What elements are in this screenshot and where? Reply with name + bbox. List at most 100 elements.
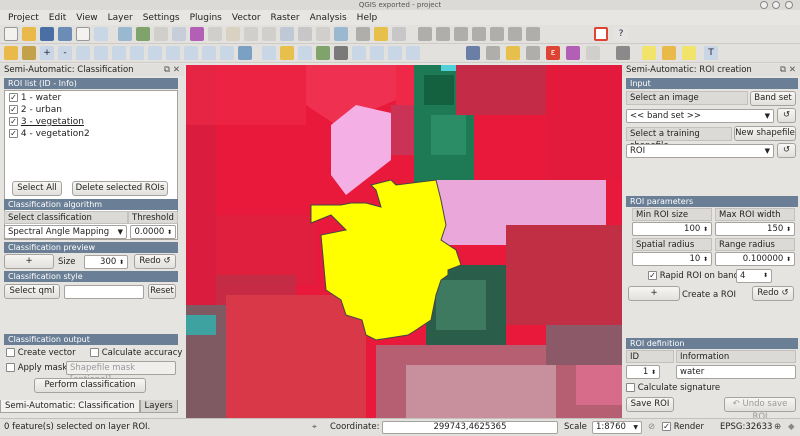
tab-layers[interactable]: Layers — [139, 400, 178, 413]
float-dock-icon[interactable]: ⧉ — [780, 64, 786, 76]
algorithm-select[interactable]: Spectral Angle Mapping ▼ — [4, 225, 127, 239]
shapefile-select[interactable]: ROI ▼ — [626, 144, 774, 158]
text-annotation-icon[interactable] — [406, 46, 420, 60]
copy-features-icon[interactable] — [508, 27, 522, 41]
menu-plugins[interactable]: Plugins — [185, 13, 227, 23]
mask-shapefile-field[interactable]: Shapefile mask [optional] — [66, 361, 176, 385]
checkbox[interactable] — [6, 348, 15, 357]
perform-classification-button[interactable]: Perform classification — [34, 378, 146, 393]
list-item[interactable]: ✓ 1 - water — [5, 91, 177, 103]
new-project-icon[interactable] — [4, 27, 18, 41]
crs-globe-icon[interactable]: ⊕ — [774, 419, 781, 436]
menu-help[interactable]: Help — [352, 13, 383, 23]
pan-map-icon[interactable] — [118, 27, 132, 41]
map-canvas[interactable] — [186, 65, 622, 418]
close-dock-icon[interactable]: ✕ — [789, 64, 796, 76]
pan-icon[interactable] — [4, 46, 18, 60]
checkbox[interactable]: ✓ — [9, 93, 18, 102]
tab-classification[interactable]: Semi-Automatic: Classification — [0, 400, 140, 413]
create-roi-plus-button[interactable]: + — [628, 286, 680, 301]
list-item[interactable]: ✓ 2 - urban — [5, 103, 177, 115]
add-wms-icon[interactable] — [226, 27, 240, 41]
add-delimited-text-icon[interactable] — [280, 27, 294, 41]
zoom-in-icon[interactable]: + — [40, 46, 54, 60]
redo-roi-button[interactable]: Redo ↺ — [752, 286, 794, 301]
checkbox[interactable]: ✓ — [9, 105, 18, 114]
crs-status[interactable]: EPSG:32633 — [720, 419, 772, 436]
measure-area-icon[interactable] — [370, 46, 384, 60]
print-composer-icon[interactable] — [76, 27, 90, 41]
select-qml-button[interactable]: Select qml — [4, 284, 60, 299]
calculate-signature-option[interactable]: Calculate signature — [626, 382, 720, 394]
refresh-shapefile-button[interactable]: ↺ — [777, 143, 796, 158]
add-raster-layer-icon[interactable] — [154, 27, 168, 41]
scale-bar-icon[interactable] — [616, 46, 630, 60]
field-calculator-icon[interactable] — [334, 46, 348, 60]
save-as-icon[interactable] — [58, 27, 72, 41]
menu-raster[interactable]: Raster — [266, 13, 305, 23]
checkbox[interactable]: ✓ — [9, 117, 18, 126]
show-bookmarks-icon[interactable] — [220, 46, 234, 60]
add-vector-layer-icon[interactable] — [136, 27, 150, 41]
range-radius-spinbox[interactable]: 0.100000 ⬍ — [715, 252, 795, 266]
minimize-button[interactable] — [760, 1, 768, 9]
new-shapefile-icon[interactable] — [298, 27, 312, 41]
checkbox[interactable] — [6, 363, 15, 372]
close-window-button[interactable] — [785, 1, 793, 9]
open-project-icon[interactable] — [22, 27, 36, 41]
add-mssql-icon[interactable] — [208, 27, 222, 41]
roi-id-spinbox[interactable]: 1 ⬍ — [626, 365, 660, 379]
delete-selected-rois-button[interactable]: Delete selected ROIs — [72, 181, 168, 196]
save-project-icon[interactable] — [40, 27, 54, 41]
select-all-button[interactable]: Select All — [12, 181, 62, 196]
menu-analysis[interactable]: Analysis — [305, 13, 352, 23]
save-roi-button[interactable]: Save ROI — [626, 397, 674, 412]
menu-layer[interactable]: Layer — [103, 13, 138, 23]
new-spatialite-layer-icon[interactable] — [316, 27, 330, 41]
checkbox[interactable] — [90, 348, 99, 357]
threshold-spinbox[interactable]: 0.0000 ⬍ — [130, 225, 176, 239]
add-wfs-icon[interactable] — [262, 27, 276, 41]
identify-icon[interactable] — [262, 46, 276, 60]
render-option[interactable]: ✓ Render — [662, 419, 704, 436]
add-postgis-icon[interactable] — [172, 27, 186, 41]
undo-save-roi-button[interactable]: ↶ Undo save ROI — [724, 397, 796, 422]
toggle-editing-icon[interactable] — [334, 27, 348, 41]
zoom-native-icon[interactable] — [76, 46, 90, 60]
checkbox[interactable] — [626, 383, 635, 392]
coordinate-toggle-icon[interactable]: ⌖ — [312, 419, 317, 436]
size-spinbox[interactable]: 300 ⬍ — [84, 255, 128, 269]
band-set-button[interactable]: Band set — [750, 91, 796, 106]
menu-project[interactable]: Project — [3, 13, 44, 23]
checkbox[interactable]: ✓ — [9, 129, 18, 138]
whats-this-icon[interactable]: ? — [614, 27, 628, 41]
menu-edit[interactable]: Edit — [44, 13, 71, 23]
new-bookmark-icon[interactable] — [202, 46, 216, 60]
map-tips-icon[interactable] — [388, 46, 402, 60]
calculate-accuracy-option[interactable]: Calculate accuracy — [90, 347, 182, 359]
messages-icon[interactable]: ◆ — [788, 419, 795, 436]
spectral-signature-icon[interactable] — [506, 46, 520, 60]
zoom-out-icon[interactable]: - — [58, 46, 72, 60]
save-edits-icon[interactable] — [392, 27, 406, 41]
raster-image[interactable] — [186, 65, 622, 418]
menu-vector[interactable]: Vector — [227, 13, 266, 23]
maximize-button[interactable] — [772, 1, 780, 9]
reset-button[interactable]: Reset — [148, 284, 176, 299]
classification-preview-icon[interactable] — [526, 46, 540, 60]
coordinate-field[interactable]: 299743,4625365 — [382, 421, 558, 434]
delete-selected-icon[interactable] — [472, 27, 486, 41]
max-roi-width-spinbox[interactable]: 150 ⬍ — [715, 222, 795, 236]
paste-features-icon[interactable] — [526, 27, 540, 41]
annotation-bubble-icon[interactable] — [642, 46, 656, 60]
menu-view[interactable]: View — [71, 13, 102, 23]
apply-mask-option[interactable]: Apply mask — [6, 362, 67, 374]
move-feature-icon[interactable] — [436, 27, 450, 41]
checkbox[interactable]: ✓ — [662, 422, 671, 431]
create-vector-option[interactable]: Create vector — [6, 347, 76, 359]
image-select[interactable]: << band set >> ▼ — [626, 109, 774, 123]
select-features-icon[interactable] — [280, 46, 294, 60]
cut-features-icon[interactable] — [490, 27, 504, 41]
composer-manager-icon[interactable] — [94, 27, 108, 41]
html-annotation-icon[interactable] — [662, 46, 676, 60]
